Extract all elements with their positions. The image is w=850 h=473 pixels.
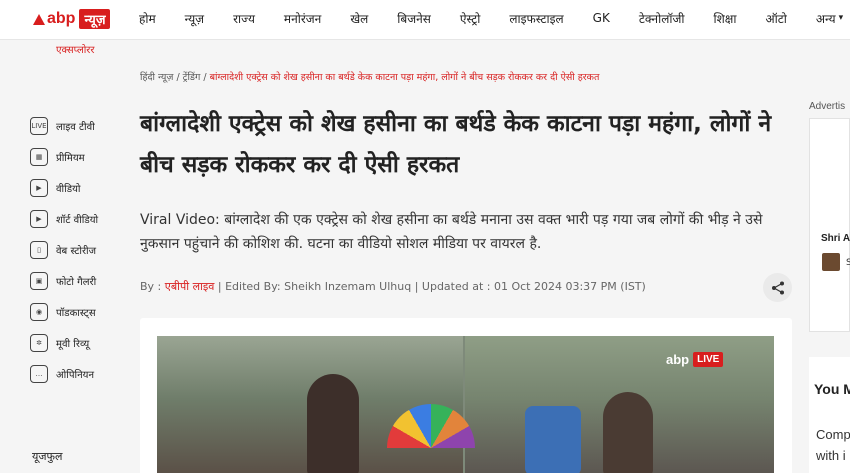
nav-item-lifestyle[interactable]: लाइफस्टाइल bbox=[509, 10, 563, 27]
sidebar-item-label: ओपिनियन bbox=[56, 369, 94, 381]
sidebar-item-label: पॉडकास्ट्स bbox=[56, 307, 96, 319]
advertisement-name: Shri A bbox=[821, 233, 850, 244]
right-rail-widget-text[interactable]: Comp bbox=[816, 427, 850, 442]
sidebar-item-label: प्रीमियम bbox=[56, 152, 85, 164]
nav-item-technology[interactable]: टेक्नोलॉजी bbox=[639, 10, 685, 27]
sidebar-item-label: शॉर्ट वीडियो bbox=[56, 214, 99, 226]
sidebar-item-label: वीडियो bbox=[56, 183, 81, 195]
breadcrumb: हिंदी न्यूज़ / ट्रेंडिंग / बांग्लादेशी ए… bbox=[140, 70, 599, 83]
sidebar-item-movie-review[interactable]: ✲ मूवी रिव्यू bbox=[30, 327, 130, 358]
sidebar-item-video[interactable]: ▶ वीडियो bbox=[30, 172, 130, 203]
abp-logo-mark-icon bbox=[33, 13, 45, 25]
share-button[interactable] bbox=[763, 273, 792, 302]
breadcrumb-separator: / bbox=[176, 72, 180, 83]
chevron-down-icon: ▾ bbox=[838, 13, 844, 23]
short-video-icon: ▶ bbox=[30, 209, 48, 228]
opinion-icon: … bbox=[30, 364, 48, 383]
nav-more-menu[interactable]: अन्य ▾ bbox=[816, 10, 843, 27]
nav-item-auto[interactable]: ऑटो bbox=[765, 10, 786, 27]
advertisement-box[interactable] bbox=[809, 118, 850, 332]
right-rail-widget-title: You M bbox=[814, 381, 850, 397]
nav-item-entertainment[interactable]: मनोरंजन bbox=[284, 10, 321, 27]
sidebar-item-opinion[interactable]: … ओपिनियन bbox=[30, 358, 130, 389]
edited-by: Edited By: Sheikh Inzemam Ulhuq bbox=[225, 280, 412, 293]
breadcrumb-current: बांग्लादेशी एक्ट्रेस को शेख हसीना का बर्… bbox=[209, 72, 600, 83]
sidebar-item-label: मूवी रिव्यू bbox=[56, 338, 90, 350]
web-stories-icon: ▯ bbox=[30, 240, 48, 259]
live-badge-label: LIVE bbox=[693, 351, 724, 367]
breadcrumb-trending[interactable]: ट्रेंडिंग bbox=[183, 72, 201, 83]
advertisement-sub: S bbox=[846, 258, 850, 268]
video-icon: ▶ bbox=[30, 178, 48, 197]
sidebar-item-live-tv[interactable]: LIVE लाइव टीवी bbox=[30, 110, 130, 141]
byline-prefix: By : bbox=[140, 280, 162, 293]
photo-gallery-icon: ▣ bbox=[30, 271, 48, 290]
nav-item-news[interactable]: न्यूज़ bbox=[185, 10, 204, 27]
nav-item-states[interactable]: राज्य bbox=[233, 10, 255, 27]
article-headline: बांग्लादेशी एक्ट्रेस को शेख हसीना का बर्… bbox=[140, 111, 772, 178]
advertisement-label: Advertis bbox=[809, 101, 846, 112]
article-summary: Viral Video: बांग्लादेश की एक एक्ट्रेस क… bbox=[140, 212, 763, 252]
logo-text: abp bbox=[47, 10, 76, 27]
premium-icon: ▦ bbox=[30, 147, 48, 166]
movie-review-icon: ✲ bbox=[30, 333, 48, 352]
byline-divider: | bbox=[414, 280, 422, 293]
nav-item-business[interactable]: बिजनेस bbox=[397, 10, 431, 27]
nav-item-astro[interactable]: ऐस्ट्रो bbox=[460, 10, 480, 27]
author-link[interactable]: एबीपी लाइव bbox=[165, 280, 215, 293]
sidebar-item-label: फोटो गैलरी bbox=[56, 276, 97, 288]
breadcrumb-separator: / bbox=[203, 72, 207, 83]
sidebar-item-label: वेब स्टोरीज bbox=[56, 245, 97, 257]
live-badge-logo: abp bbox=[666, 351, 690, 367]
nav-item-home[interactable]: होम bbox=[139, 10, 156, 27]
nav-item-gk[interactable]: GK bbox=[593, 11, 610, 25]
person-figure bbox=[307, 374, 359, 473]
person-figure bbox=[525, 406, 581, 473]
article-byline: By : एबीपी लाइव | Edited By: Sheikh Inze… bbox=[140, 279, 646, 294]
abp-news-logo[interactable]: abp न्यूज़ bbox=[33, 8, 111, 30]
sidebar-item-label: लाइव टीवी bbox=[56, 121, 95, 133]
sidebar-item-short-video[interactable]: ▶ शॉर्ट वीडियो bbox=[30, 203, 130, 234]
left-sidebar: LIVE लाइव टीवी ▦ प्रीमियम ▶ वीडियो ▶ शॉर… bbox=[30, 110, 130, 389]
advertisement-avatar bbox=[822, 253, 840, 271]
sidebar-item-premium[interactable]: ▦ प्रीमियम bbox=[30, 141, 130, 172]
nav-item-sports[interactable]: खेल bbox=[350, 10, 368, 27]
explore-label[interactable]: एक्सप्लोरर bbox=[56, 42, 95, 56]
sidebar-section-useful: यूजफुल bbox=[32, 450, 63, 463]
right-rail-widget-text[interactable]: with i bbox=[816, 448, 846, 463]
abp-live-badge: abp LIVE bbox=[666, 349, 724, 369]
sidebar-item-podcasts[interactable]: ◉ पॉडकास्ट्स bbox=[30, 296, 130, 327]
updated-at: Updated at : 01 Oct 2024 03:37 PM (IST) bbox=[421, 280, 646, 293]
top-navigation-bar: abp न्यूज़ होम न्यूज़ राज्य मनोरंजन खेल … bbox=[0, 0, 850, 40]
person-figure bbox=[603, 392, 653, 473]
logo-badge: न्यूज़ bbox=[79, 9, 111, 29]
sidebar-item-photo-gallery[interactable]: ▣ फोटो गैलरी bbox=[30, 265, 130, 296]
nav-item-education[interactable]: शिक्षा bbox=[713, 10, 736, 27]
nav-more-label: अन्य bbox=[815, 11, 836, 26]
share-icon bbox=[771, 281, 784, 294]
podcast-icon: ◉ bbox=[30, 302, 48, 321]
sidebar-item-web-stories[interactable]: ▯ वेब स्टोरीज bbox=[30, 234, 130, 265]
live-tv-icon: LIVE bbox=[30, 116, 48, 135]
breadcrumb-home[interactable]: हिंदी न्यूज़ bbox=[140, 72, 173, 83]
main-nav: होम न्यूज़ राज्य मनोरंजन खेल बिजनेस ऐस्ट… bbox=[139, 0, 843, 36]
